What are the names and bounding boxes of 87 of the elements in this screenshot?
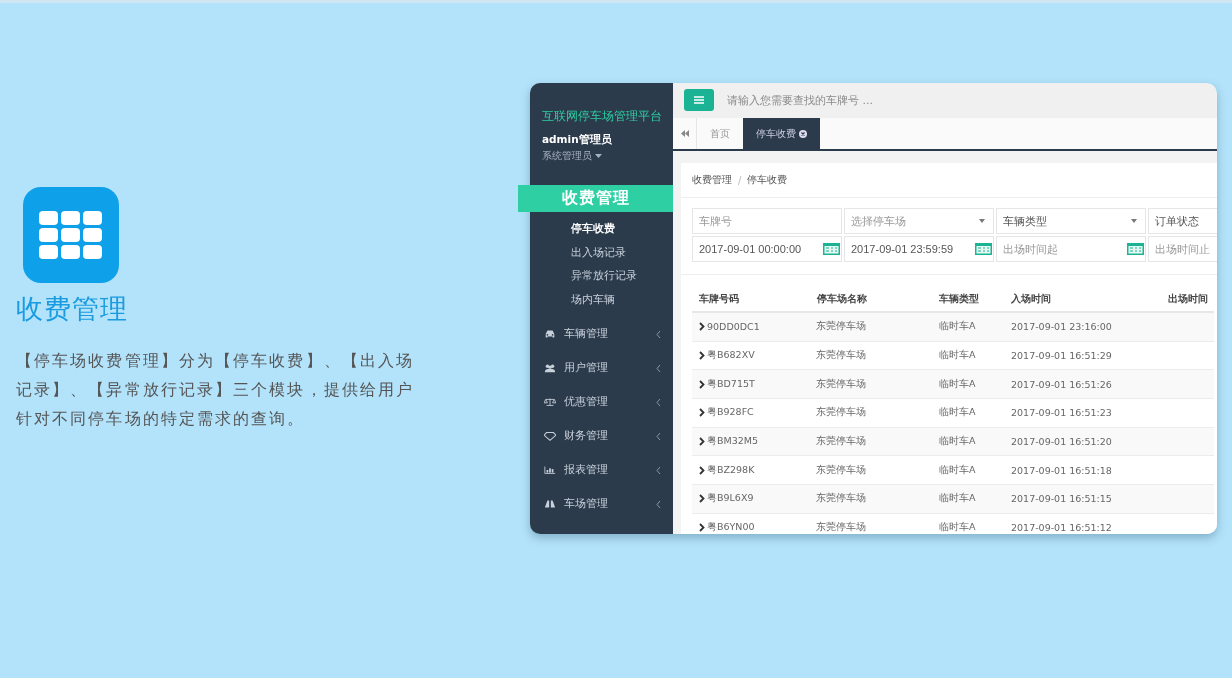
table-cell: 2017-09-01 16:51:12: [1004, 513, 1154, 534]
sidebar-menu-item[interactable]: 车辆管理: [530, 317, 673, 351]
input-field[interactable]: 出场时间止: [1148, 236, 1217, 262]
table-cell: 2017-09-01 23:16:00: [1004, 312, 1154, 342]
road-icon: [544, 499, 556, 509]
table-cell: 2017-09-01 16:51:29: [1004, 341, 1154, 370]
table-cell: 临时车A: [932, 484, 1004, 514]
menu-label: 车场管理: [564, 497, 609, 511]
table-cell: 2017-09-01 16:51:23: [1004, 398, 1154, 428]
input-field[interactable]: 车牌号: [692, 208, 842, 234]
table-cell: 粤B928FC: [707, 406, 754, 420]
date-field[interactable]: 2017-09-01 00:00:00: [692, 236, 842, 262]
bar-chart-icon: [544, 465, 556, 475]
table-cell: 东莞停车场: [810, 513, 932, 534]
table-cell: 2017-09-01 16:51:26: [1004, 369, 1154, 399]
menu-label: 报表管理: [564, 463, 609, 477]
table-cell: 东莞停车场: [810, 341, 932, 370]
table-cell: 粤B682XV: [707, 349, 755, 363]
submenu-item[interactable]: 停车收费: [571, 217, 673, 241]
chevron-right-icon[interactable]: [699, 379, 705, 389]
dropdown-field[interactable]: 车辆类型: [996, 208, 1146, 234]
date-field[interactable]: 2017-09-01 23:59:59: [844, 236, 994, 262]
table-cell: 东莞停车场: [810, 398, 932, 428]
menu-label: 用户管理: [564, 361, 609, 375]
table-cell: 临时车A: [932, 427, 1004, 456]
feature-title: 收费管理: [16, 292, 129, 326]
dropdown-field[interactable]: 选择停车场: [844, 208, 994, 234]
breadcrumb-item: 停车收费: [747, 173, 788, 187]
platform-title: 互联网停车场管理平台: [541, 108, 663, 124]
chevron-right-icon[interactable]: [699, 322, 705, 332]
date-field[interactable]: 出场时间起: [996, 236, 1146, 262]
user-name: admin管理员: [541, 132, 613, 147]
double-chevron-left-icon: [680, 130, 689, 137]
table-cell: 东莞停车场: [810, 484, 932, 514]
table-cell: 东莞停车场: [810, 312, 932, 342]
table-cell: 临时车A: [932, 341, 1004, 370]
table-cell: 粤BZ298K: [707, 463, 755, 477]
submenu-item[interactable]: 场内车辆: [571, 287, 673, 311]
diamond-icon: [544, 431, 556, 441]
table-cell: 临时车A: [932, 513, 1004, 534]
chevron-right-icon[interactable]: [699, 465, 705, 475]
close-icon[interactable]: [799, 129, 807, 138]
sidebar-menu-item[interactable]: 优惠管理: [530, 385, 673, 419]
caret-icon: [1131, 219, 1137, 223]
menu-label: 优惠管理: [564, 395, 609, 409]
submenu-item[interactable]: 出入场记录: [571, 240, 673, 264]
caret-icon: [595, 154, 602, 158]
table-cell: 2017-09-01 16:51:20: [1004, 427, 1154, 456]
user-role-dropdown[interactable]: 系统管理员: [530, 147, 673, 163]
table-cell: 2017-09-01 16:51:15: [1004, 484, 1154, 514]
caret-icon: [979, 219, 985, 223]
chevron-right-icon[interactable]: [699, 494, 705, 504]
table-cell: 临时车A: [932, 398, 1004, 428]
balance-scale-icon: [544, 397, 556, 407]
chevron-right-icon[interactable]: [699, 351, 705, 361]
table-cell: 东莞停车场: [810, 455, 932, 485]
sidebar-menu-item[interactable]: 用户管理: [530, 351, 673, 385]
feature-description: 【停车场收费管理】分为【停车收费】、【出入场记录】、【异常放行记录】三个模块，提供给用户针对不同停车场的特定需求的查询。: [16, 351, 416, 430]
breadcrumb-separator: /: [738, 174, 742, 186]
table-cell: 临时车A: [932, 312, 1004, 342]
submenu-item[interactable]: 异常放行记录: [571, 264, 673, 288]
tab[interactable]: 停车收费: [743, 118, 820, 149]
table-cell: 90DD0DC1: [707, 321, 760, 333]
table-cell: 临时车A: [932, 369, 1004, 399]
car-icon: [544, 329, 556, 339]
table-cell: 粤B9L6X9: [707, 492, 754, 506]
search-field[interactable]: 请输入您需要查找的车牌号 ...: [673, 83, 1217, 118]
table-cell: 粤BM32M5: [707, 435, 759, 449]
table-cell: 粤B6YN00: [707, 521, 755, 534]
chevron-right-icon[interactable]: [699, 523, 705, 533]
table-cell: 2017-09-01 16:51:18: [1004, 455, 1154, 485]
table-cell: 临时车A: [932, 455, 1004, 485]
menu-icon: [694, 96, 704, 104]
table-cell: 东莞停车场: [810, 369, 932, 399]
grid-app-icon: [23, 187, 119, 283]
sidebar-menu-item[interactable]: 财务管理: [530, 419, 673, 453]
users-icon: [544, 363, 556, 373]
sidebar-menu-item[interactable]: 车场管理: [530, 487, 673, 521]
sidebar-menu-item[interactable]: 报表管理: [530, 453, 673, 487]
table-cell: 东莞停车场: [810, 427, 932, 456]
chevron-right-icon[interactable]: [699, 408, 705, 418]
table-cell: 粤BD715T: [707, 377, 755, 391]
menu-label: 车辆管理: [564, 327, 609, 341]
chevron-right-icon[interactable]: [699, 437, 705, 447]
input-field[interactable]: 订单状态: [1148, 208, 1217, 234]
menu-label: 财务管理: [564, 429, 609, 443]
breadcrumb-item[interactable]: 收费管理: [692, 173, 732, 187]
